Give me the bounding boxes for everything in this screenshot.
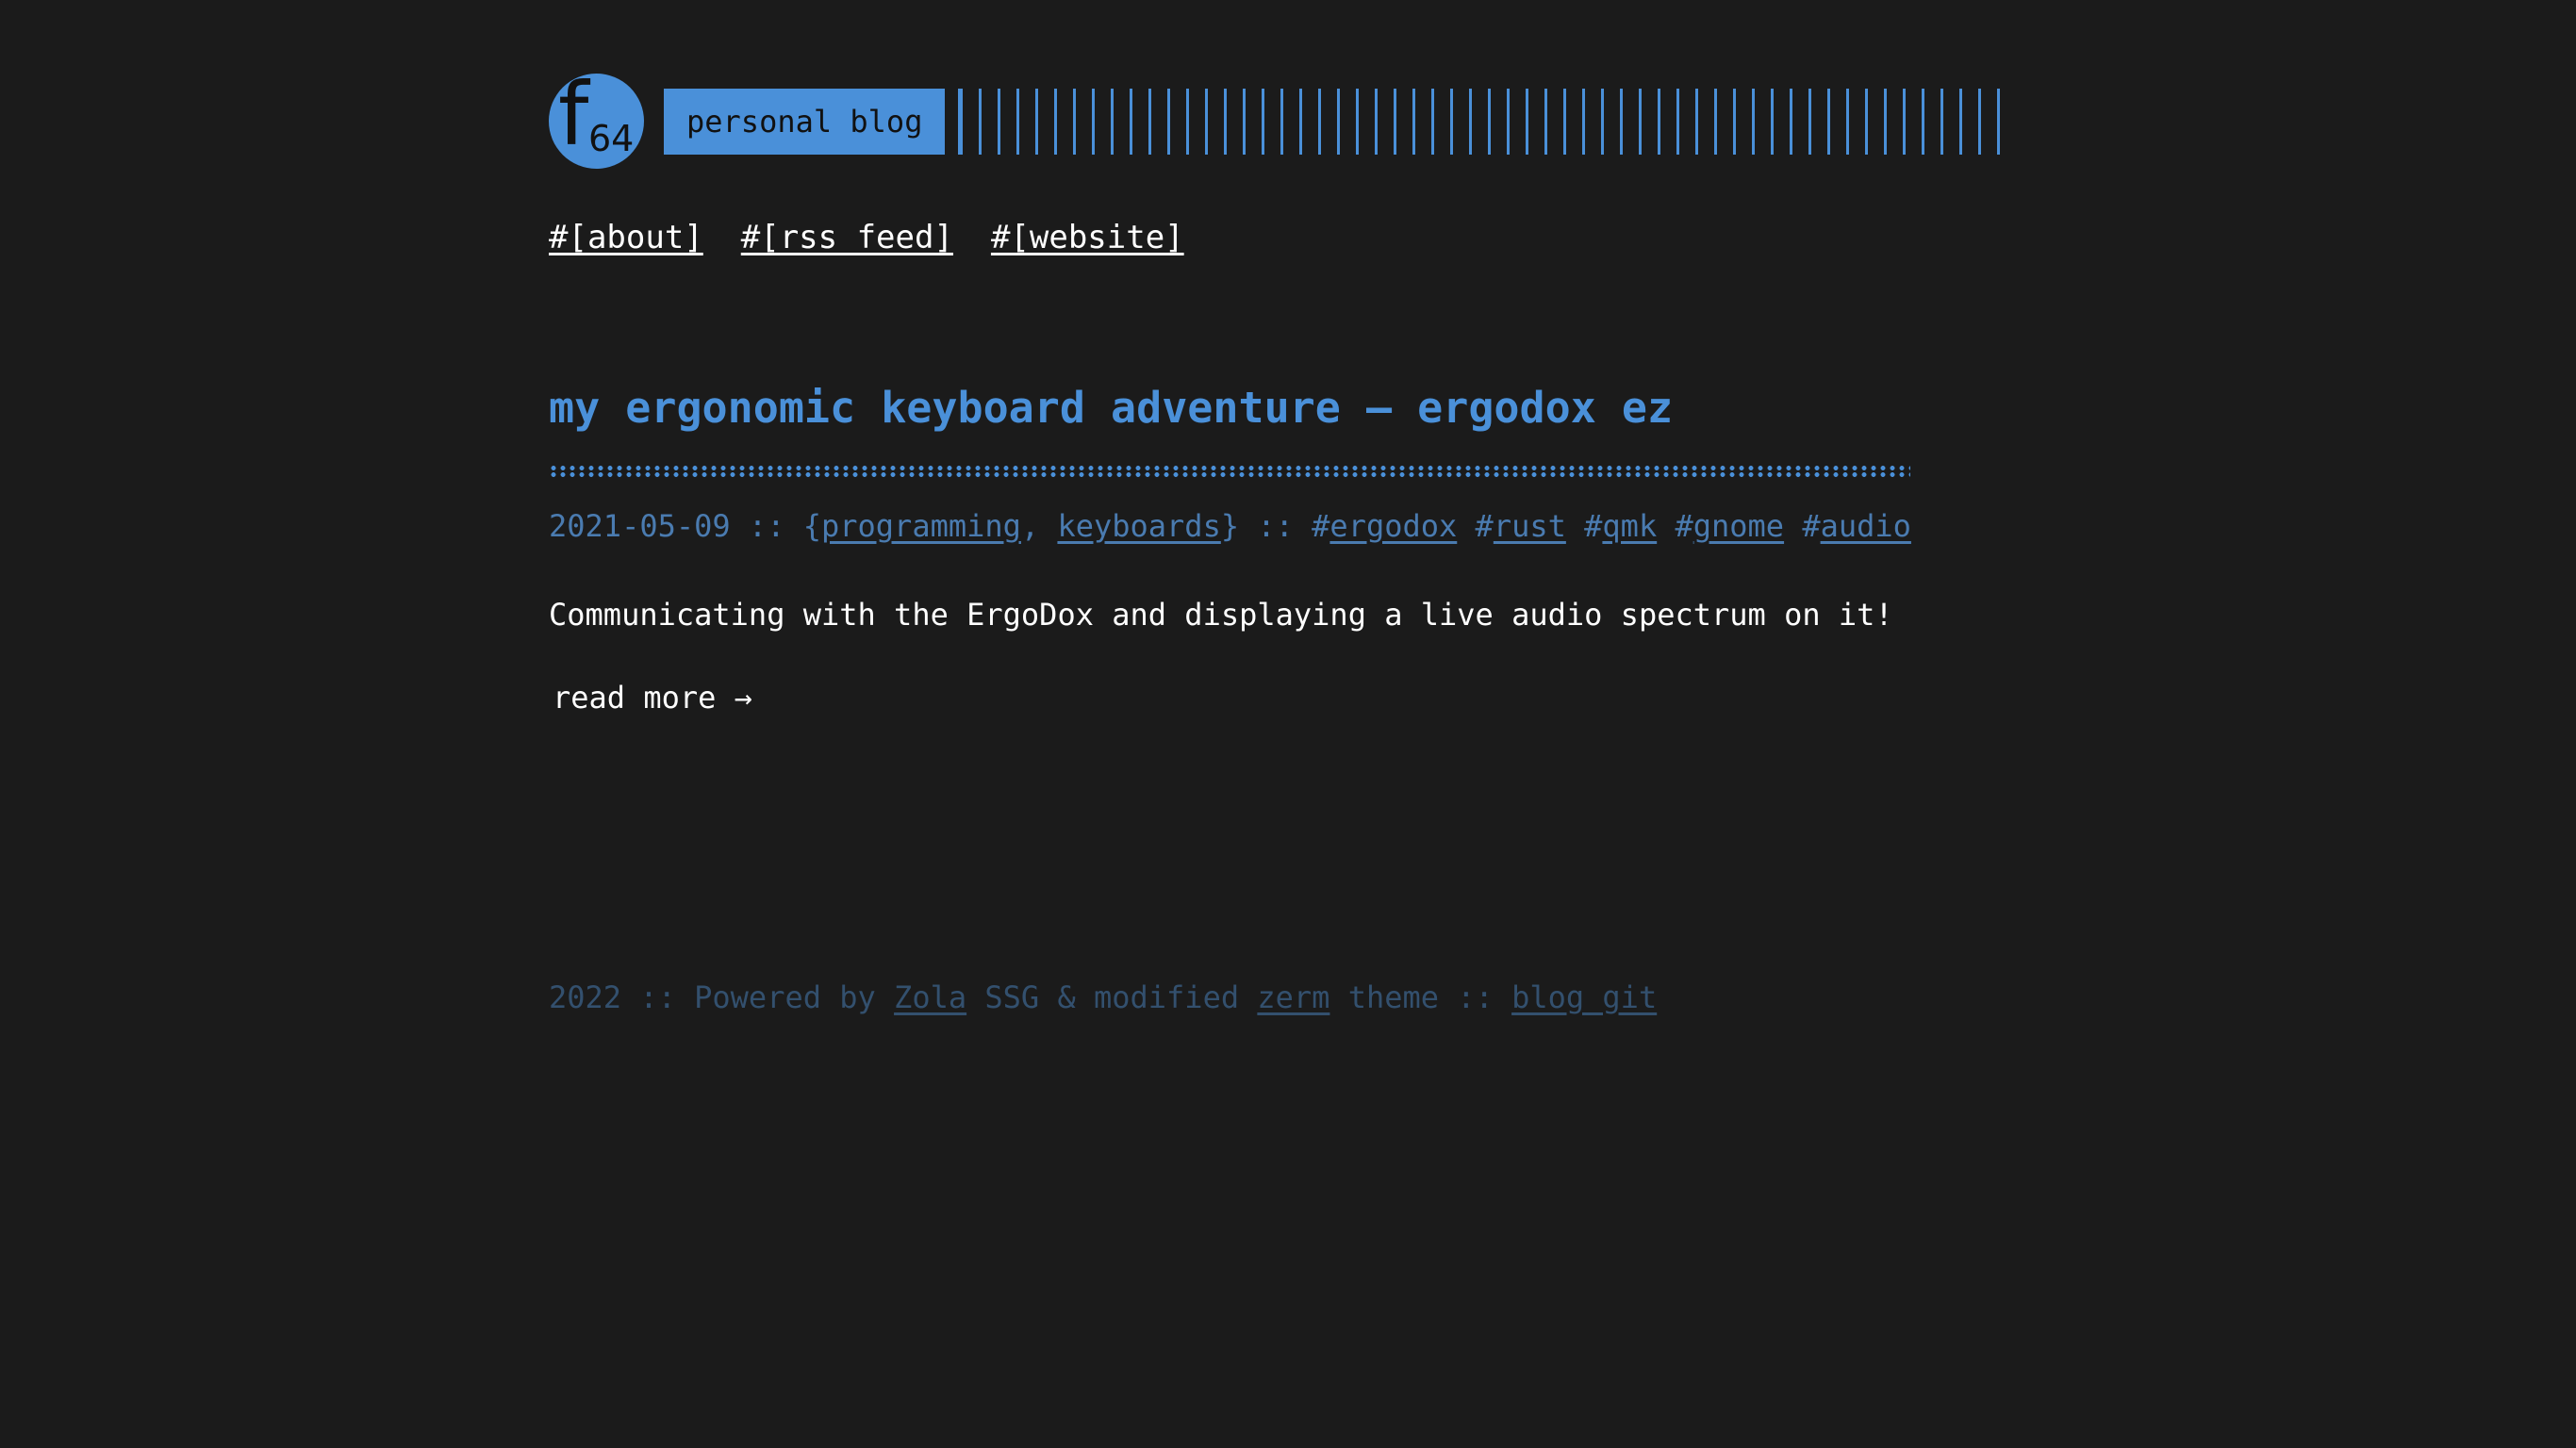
footer-year: 2022 [549,979,622,1015]
footer-theme-text: theme :: [1329,979,1512,1015]
logo-number: 64 [588,118,635,159]
nav-link-website[interactable]: #[website] [991,219,1184,256]
site-header: f 64 personal blog [549,74,2020,169]
post-meta: 2021-05-09 :: {programming, keyboards} :… [549,508,2020,544]
category-link-programming[interactable]: programming [821,508,1021,544]
logo-letter: f [558,74,589,165]
tag-link-ergodox[interactable]: ergodox [1329,508,1457,544]
nav-link-rss-feed[interactable]: #[rss_feed] [741,219,953,256]
hash-glyph: # [1802,508,1821,544]
meta-separator: :: { [730,508,821,544]
title-dotted-divider [549,465,1910,478]
post-date: 2021-05-09 [549,508,731,544]
footer-powered-by: Powered by [694,979,895,1015]
main-nav: #[about] #[rss_feed] #[website] [549,219,2020,256]
hash-glyph: # [1475,508,1494,544]
footer-link-blog-git[interactable]: blog_git [1511,979,1657,1015]
decorative-bars [958,88,2017,155]
hash-glyph: # [1675,508,1693,544]
page: f 64 personal blog #[about] #[rss_feed] … [549,74,2020,1015]
read-more-link[interactable]: read more → [553,680,752,716]
footer-separator: :: [621,979,695,1015]
tag-link-gnome[interactable]: gnome [1693,508,1784,544]
hash-glyph: # [1584,508,1603,544]
nav-link-about[interactable]: #[about] [549,219,703,256]
site-footer: 2022 :: Powered by Zola SSG & modified z… [549,979,2020,1015]
hash-glyph: # [1312,508,1330,544]
footer-link-zerm[interactable]: zerm [1257,979,1329,1015]
category-separator: , [1020,508,1058,544]
footer-link-zola[interactable]: Zola [894,979,966,1015]
blog-title-label[interactable]: personal blog [664,88,946,155]
tag-link-qmk[interactable]: qmk [1602,508,1657,544]
f64-logo[interactable]: f 64 [549,74,644,169]
tag-link-audio[interactable]: audio [1821,508,1911,544]
category-link-keyboards[interactable]: keyboards [1057,508,1220,544]
post-summary: Communicating with the ErgoDox and displ… [549,597,1893,633]
post-title[interactable]: my ergonomic keyboard adventure – ergodo… [549,382,2020,435]
tag-link-rust[interactable]: rust [1494,508,1566,544]
post-preview: my ergonomic keyboard adventure – ergodo… [549,382,2020,716]
meta-separator: } :: [1220,508,1313,544]
footer-middle-text: SSG & modified [966,979,1258,1015]
